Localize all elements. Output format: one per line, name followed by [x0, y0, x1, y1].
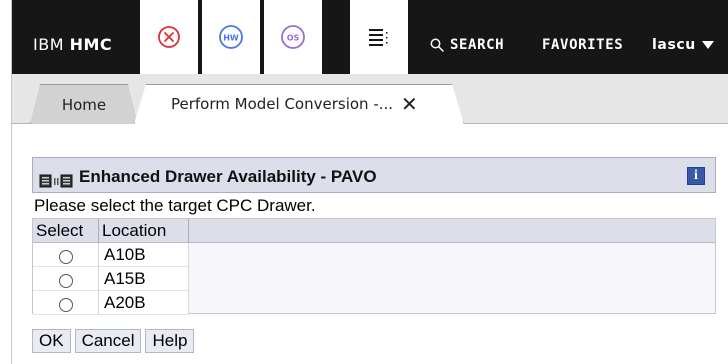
chevron-down-icon	[701, 41, 714, 49]
select-cell	[33, 243, 99, 267]
error-circle-icon	[158, 26, 180, 48]
info-icon[interactable]: i	[687, 167, 705, 185]
hw-badge-label: HW	[223, 34, 239, 43]
drawer-table: Select Location A10B A15B A20B	[32, 218, 716, 315]
help-button[interactable]: Help	[145, 329, 195, 353]
cancel-button[interactable]: Cancel	[74, 329, 142, 353]
drawer-icon	[39, 174, 73, 188]
os-status-button[interactable]: OS	[264, 0, 324, 74]
table-row[interactable]: A20B	[33, 291, 189, 315]
table-row[interactable]: A10B	[33, 243, 189, 267]
app-brand[interactable]: IBM HMC	[33, 35, 112, 54]
hardware-status-button[interactable]: HW	[202, 0, 262, 74]
top-navigation-bar: IBM HMC HW OS SEARCH FAVORITES lascu	[12, 0, 728, 74]
task-list-button[interactable]	[350, 0, 410, 74]
action-buttons: OK Cancel Help	[32, 329, 195, 353]
radio-button[interactable]	[58, 274, 73, 288]
user-name: lascu	[652, 37, 696, 53]
task-content: Enhanced Drawer Availability - PAVO i Pl…	[12, 125, 728, 364]
tab-strip: Home Perform Model Conversion -... ✕	[12, 74, 728, 124]
table-row[interactable]: A15B	[33, 267, 189, 291]
os-badge-label: OS	[287, 34, 300, 43]
error-status-button[interactable]	[140, 0, 200, 74]
location-cell: A10B	[99, 243, 189, 267]
column-header-location[interactable]: Location	[99, 219, 189, 243]
panel-header: Enhanced Drawer Availability - PAVO i	[32, 157, 716, 193]
select-cell	[33, 267, 99, 291]
tab-active-label: Perform Model Conversion -...	[171, 95, 394, 113]
search-label: SEARCH	[450, 37, 505, 53]
close-tab-icon[interactable]: ✕	[401, 94, 418, 114]
search-button[interactable]: SEARCH	[430, 37, 504, 53]
task-list-icon	[369, 29, 388, 46]
instruction-text: Please select the target CPC Drawer.	[34, 196, 316, 215]
radio-button[interactable]	[58, 250, 73, 264]
panel-title: Enhanced Drawer Availability - PAVO	[79, 167, 377, 186]
user-menu[interactable]: lascu	[652, 37, 714, 53]
app-window: IBM HMC HW OS SEARCH FAVORITES lascu Hom…	[0, 0, 728, 364]
select-cell	[33, 291, 99, 315]
radio-button[interactable]	[58, 298, 73, 312]
brand-prefix: IBM	[33, 35, 64, 54]
brand-name: HMC	[69, 35, 113, 54]
ok-button[interactable]: OK	[32, 329, 71, 353]
column-header-select[interactable]: Select	[33, 219, 99, 243]
hw-badge-icon: HW	[219, 25, 243, 49]
favorites-menu[interactable]: FAVORITES	[542, 37, 623, 53]
location-cell: A20B	[99, 291, 189, 315]
tab-perform-model-conversion[interactable]: Perform Model Conversion -... ✕	[134, 84, 464, 124]
tab-home-label: Home	[61, 95, 107, 114]
table-header: Select Location	[33, 219, 715, 243]
location-cell: A15B	[99, 267, 189, 291]
os-badge-icon: OS	[281, 25, 305, 49]
search-icon	[430, 38, 444, 52]
tab-home[interactable]: Home	[30, 84, 138, 124]
